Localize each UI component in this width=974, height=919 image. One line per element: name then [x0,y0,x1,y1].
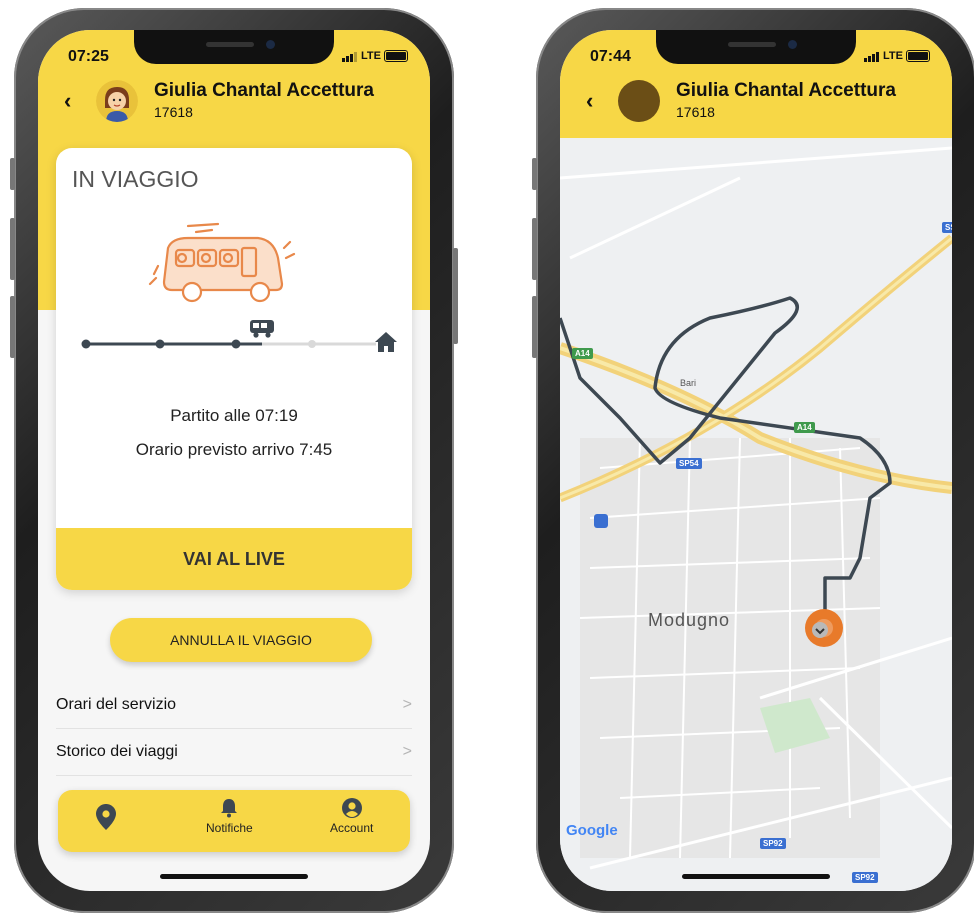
departure-time: Partito alle 07:19 [170,406,298,425]
user-name: Giulia Chantal Accettura [676,80,896,101]
road-label-sp92-south: SP92 [852,872,878,883]
trip-status-title: IN VIAGGIO [72,166,199,192]
user-code: 17618 [676,104,715,120]
road-label-a14: A14 [572,348,593,359]
mute-switch [10,158,15,190]
bus-location-marker[interactable] [804,608,844,648]
city-label-modugno: Modugno [648,610,731,630]
status-bar-icons: LTE [864,50,930,62]
google-attribution: Google [566,822,618,839]
user-name: Giulia Chantal Accettura [154,80,374,101]
back-chevron-icon[interactable]: ‹ [64,88,71,114]
trip-progress-track [81,320,397,352]
user-code: 17618 [154,104,193,120]
tab-map[interactable] [96,804,116,833]
estimated-arrival: Orario previsto arrivo 7:45 [135,440,333,459]
bottom-tab-bar: Notifiche Account [58,790,410,852]
live-map[interactable]: A14 A14 SP54 SP92 SP92 SS96 Bari Modugno… [560,138,952,891]
tab-account[interactable]: Account [330,798,373,835]
notch [656,30,856,64]
home-icon [375,332,397,352]
menu-item-label: Orari del servizio [56,696,177,713]
road-label-sp54: SP54 [676,458,702,469]
status-time: 07:44 [590,48,631,65]
status-time: 07:25 [68,48,109,65]
road-label-a14-east: A14 [794,422,815,433]
road-label-ss96: SS96 [942,222,952,233]
status-bar-icons: LTE [342,50,408,62]
signal-icon [342,50,358,62]
bus-illustration-icon [148,222,296,303]
place-label-bari: Bari [680,378,697,388]
volume-down-button [532,296,537,358]
notch [134,30,334,64]
bus-marker-icon [250,320,274,338]
phone-frame-right: A14 A14 SP54 SP92 SP92 SS96 Bari Modugno… [532,8,974,913]
network-type: LTE [883,50,903,62]
tab-label: Account [330,821,374,835]
go-live-button[interactable]: VAI AL LIVE [56,528,412,590]
map-canvas [560,146,952,870]
back-chevron-icon[interactable]: ‹ [586,88,593,114]
power-button [453,248,458,344]
tab-notifications[interactable]: Notifiche [206,798,253,835]
chevron-right-icon: > [402,696,412,713]
mute-switch [532,158,537,190]
home-indicator[interactable] [682,874,830,879]
map-pin-icon [96,804,116,830]
menu-item-trip-history[interactable]: Storico dei viaggi > [56,729,412,776]
bell-icon [221,799,238,818]
volume-up-button [10,218,15,280]
trip-card: IN VIAGGIO Partito alle 07:19 Orario pre… [56,148,412,590]
road-label-sp92: SP92 [760,838,786,849]
tab-label: Notifiche [206,821,253,835]
cancel-trip-button[interactable]: ANNULLA IL VIAGGIO [110,618,372,662]
signal-icon [864,50,880,62]
network-type: LTE [361,50,381,62]
google-logo: Google [566,822,618,839]
user-icon [341,798,362,818]
avatar [96,80,138,122]
battery-icon [906,50,930,62]
volume-up-button [532,218,537,280]
screen-trip: 07:25 LTE ‹ Giulia Chantal Accettura 176… [38,30,430,891]
chevron-right-icon: > [402,743,412,760]
screen-live-map: A14 A14 SP54 SP92 SP92 SS96 Bari Modugno… [560,30,952,891]
menu-item-label: Storico dei viaggi [56,743,178,760]
menu-item-service-hours[interactable]: Orari del servizio > [56,682,412,729]
volume-down-button [10,296,15,358]
bus-location-marker-icon [805,609,843,647]
home-indicator[interactable] [160,874,308,879]
train-station-icon [594,514,608,528]
avatar [618,80,660,122]
phone-frame-left: 07:25 LTE ‹ Giulia Chantal Accettura 176… [10,8,458,913]
battery-icon [384,50,408,62]
